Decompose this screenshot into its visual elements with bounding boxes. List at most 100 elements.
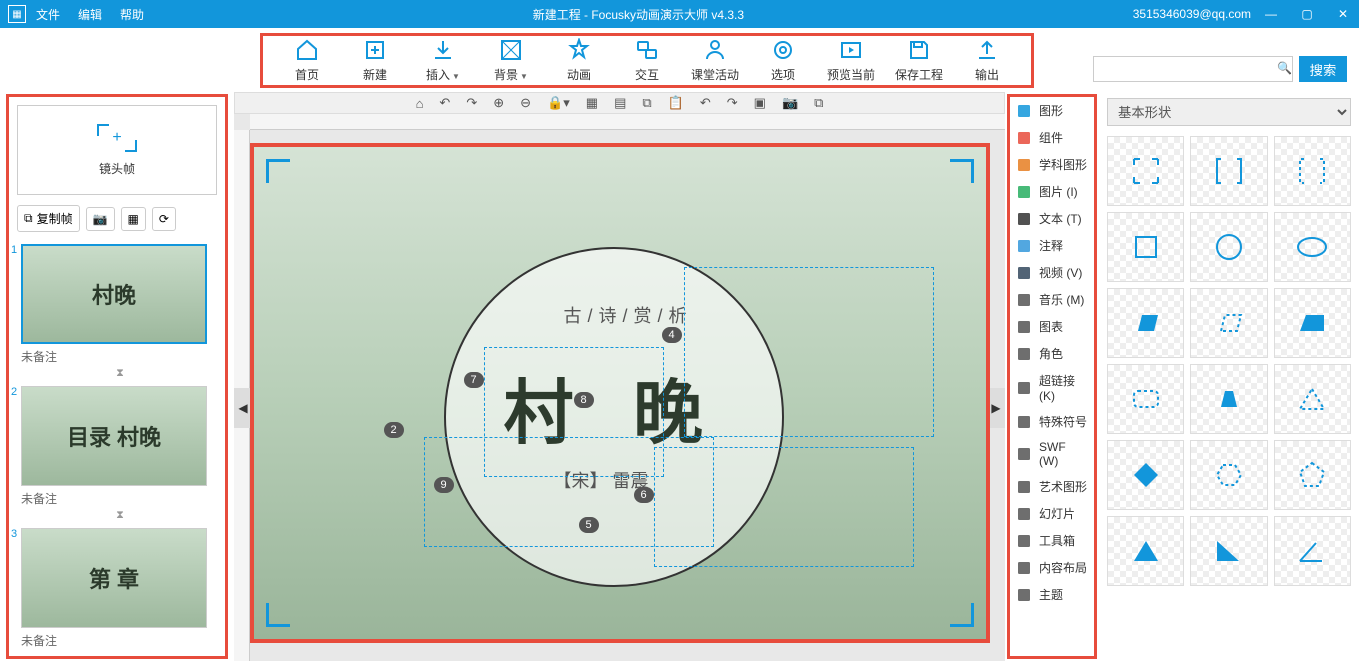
- frame-note: 未备注: [21, 344, 219, 367]
- insert-theme-button[interactable]: 主题: [1010, 581, 1094, 608]
- hexagon-dash-icon: [1211, 457, 1247, 493]
- shape-trapezoid[interactable]: [1190, 364, 1267, 434]
- refresh-button[interactable]: ⟳: [152, 207, 176, 231]
- shape-trapezoid-r[interactable]: [1274, 288, 1351, 358]
- menu-edit[interactable]: 编辑: [78, 6, 102, 23]
- shape-round-rect-dash[interactable]: [1107, 364, 1184, 434]
- insert-art-button[interactable]: 艺术图形: [1010, 473, 1094, 500]
- new-frame-button[interactable]: + 镜头帧: [17, 105, 217, 195]
- redo2-icon[interactable]: ↷: [727, 95, 738, 111]
- selection-box[interactable]: [654, 447, 914, 567]
- search-icon: 🔍: [1277, 61, 1292, 75]
- toolbar-preview-button[interactable]: 预览当前: [817, 38, 885, 83]
- order-badge: 7: [464, 372, 484, 388]
- rect-corners-icon: [1128, 153, 1164, 189]
- close-icon[interactable]: ✕: [1335, 6, 1351, 22]
- insert-comment-button[interactable]: 注释: [1010, 232, 1094, 259]
- shape-square[interactable]: [1107, 212, 1184, 282]
- insert-toolbox-button[interactable]: 工具箱: [1010, 527, 1094, 554]
- shape-icon: [1016, 103, 1032, 119]
- insert-text-button[interactable]: 文本 (T): [1010, 205, 1094, 232]
- copy-frame-button[interactable]: ⧉ 复制帧: [17, 205, 80, 232]
- menu-help[interactable]: 帮助: [120, 6, 144, 23]
- insert-shape-button[interactable]: 图形: [1010, 97, 1094, 124]
- selection-box[interactable]: [684, 267, 934, 437]
- shape-category-select[interactable]: 基本形状: [1107, 98, 1351, 126]
- paste-icon[interactable]: 📋: [668, 95, 684, 111]
- toolbar-export-button[interactable]: 输出: [953, 38, 1021, 83]
- next-slide-button[interactable]: ▶: [987, 388, 1005, 428]
- insert-panel: 图形组件学科图形图片 (I)文本 (T)注释视频 (V)音乐 (M)图表角色超链…: [1007, 94, 1097, 659]
- minimize-icon[interactable]: —: [1263, 6, 1279, 22]
- menu-file[interactable]: 文件: [36, 6, 60, 23]
- shape-ellipse[interactable]: [1274, 212, 1351, 282]
- shape-angle[interactable]: [1274, 516, 1351, 586]
- redo-icon[interactable]: ↷: [466, 95, 477, 111]
- shape-hexagon-dash[interactable]: [1190, 440, 1267, 510]
- insert-chart-button[interactable]: 图表: [1010, 313, 1094, 340]
- toolbar-bg-button[interactable]: 背景▼: [477, 38, 545, 83]
- shape-bracket-dash[interactable]: [1274, 136, 1351, 206]
- toolbar-insert-button[interactable]: 插入▼: [409, 38, 477, 83]
- zoom-in-icon[interactable]: ⊕: [493, 95, 504, 111]
- window-title: 新建工程 - Focusky动画演示大师 v4.3.3: [144, 6, 1133, 23]
- qr-icon: ▦: [128, 212, 139, 226]
- grid-icon[interactable]: ▦: [586, 95, 598, 111]
- search-button[interactable]: 搜索: [1299, 56, 1347, 82]
- layers-icon[interactable]: ▣: [754, 95, 766, 111]
- parallelogram-icon: [1128, 305, 1164, 341]
- shape-rect-corners[interactable]: [1107, 136, 1184, 206]
- insert-swf-button[interactable]: SWF (W): [1010, 435, 1094, 473]
- toolbar-new-button[interactable]: 新建: [341, 38, 409, 83]
- bracket-dash-icon: [1294, 153, 1330, 189]
- camera-button[interactable]: 📷: [86, 207, 115, 231]
- insert-slide-button[interactable]: 幻灯片: [1010, 500, 1094, 527]
- toolbar-anim-button[interactable]: 动画: [545, 38, 613, 83]
- shape-bracket-square[interactable]: [1190, 136, 1267, 206]
- frame-thumbnail[interactable]: 3第 章未备注⧗: [21, 528, 219, 652]
- insert-link-button[interactable]: 超链接 (K): [1010, 367, 1094, 408]
- undo2-icon[interactable]: ↶: [700, 95, 711, 111]
- copy-icon[interactable]: ⧉: [642, 95, 651, 111]
- home-icon[interactable]: ⌂: [416, 96, 424, 111]
- toolbar-interact-button[interactable]: 交互: [613, 38, 681, 83]
- align-icon[interactable]: ▤: [614, 95, 626, 111]
- user-account[interactable]: 3515346039@qq.com: [1133, 7, 1251, 21]
- shape-triangle[interactable]: [1107, 516, 1184, 586]
- lock-icon[interactable]: 🔒▾: [547, 95, 570, 111]
- frame-thumbnail[interactable]: 1村晚未备注⧗: [21, 244, 219, 380]
- qr-button[interactable]: ▦: [121, 207, 146, 231]
- diamond-icon: [1128, 457, 1164, 493]
- frame-thumbnail[interactable]: 2目录 村晚未备注⧗: [21, 386, 219, 522]
- trapezoid-r-icon: [1294, 305, 1330, 341]
- insert-image-button[interactable]: 图片 (I): [1010, 178, 1094, 205]
- thumbnail-image: 村晚: [21, 244, 207, 344]
- subtitle-poetry[interactable]: 古/诗/赏/析: [564, 302, 693, 328]
- shape-parallelogram[interactable]: [1107, 288, 1184, 358]
- zoom-out-icon[interactable]: ⊖: [520, 95, 531, 111]
- shape-circle[interactable]: [1190, 212, 1267, 282]
- maximize-icon[interactable]: ▢: [1299, 6, 1315, 22]
- canvas[interactable]: 古/诗/赏/析 村 晚 【宋】 雷震 4 7 8 9 6 5 2: [250, 143, 990, 643]
- shape-parallelogram-dash[interactable]: [1190, 288, 1267, 358]
- search-input[interactable]: [1093, 56, 1293, 82]
- insert-layout-button[interactable]: 内容布局: [1010, 554, 1094, 581]
- insert-symbol-button[interactable]: 特殊符号: [1010, 408, 1094, 435]
- shape-triangle-dash[interactable]: [1274, 364, 1351, 434]
- toolbar-home-button[interactable]: 首页: [273, 38, 341, 83]
- refresh-icon: ⟳: [159, 212, 169, 226]
- shape-pentagon-dash[interactable]: [1274, 440, 1351, 510]
- insert-role-button[interactable]: 角色: [1010, 340, 1094, 367]
- shape-diamond[interactable]: [1107, 440, 1184, 510]
- toolbar-save-button[interactable]: 保存工程: [885, 38, 953, 83]
- toolbar-class-button[interactable]: 课堂活动: [681, 38, 749, 83]
- insert-video-button[interactable]: 视频 (V): [1010, 259, 1094, 286]
- shape-triangle-half[interactable]: [1190, 516, 1267, 586]
- toolbar-options-button[interactable]: 选项: [749, 38, 817, 83]
- undo-icon[interactable]: ↶: [439, 95, 450, 111]
- insert-component-button[interactable]: 组件: [1010, 124, 1094, 151]
- window-icon[interactable]: ⧉: [814, 95, 823, 111]
- insert-music-button[interactable]: 音乐 (M): [1010, 286, 1094, 313]
- snapshot-icon[interactable]: 📷: [782, 95, 798, 111]
- insert-subject-button[interactable]: 学科图形: [1010, 151, 1094, 178]
